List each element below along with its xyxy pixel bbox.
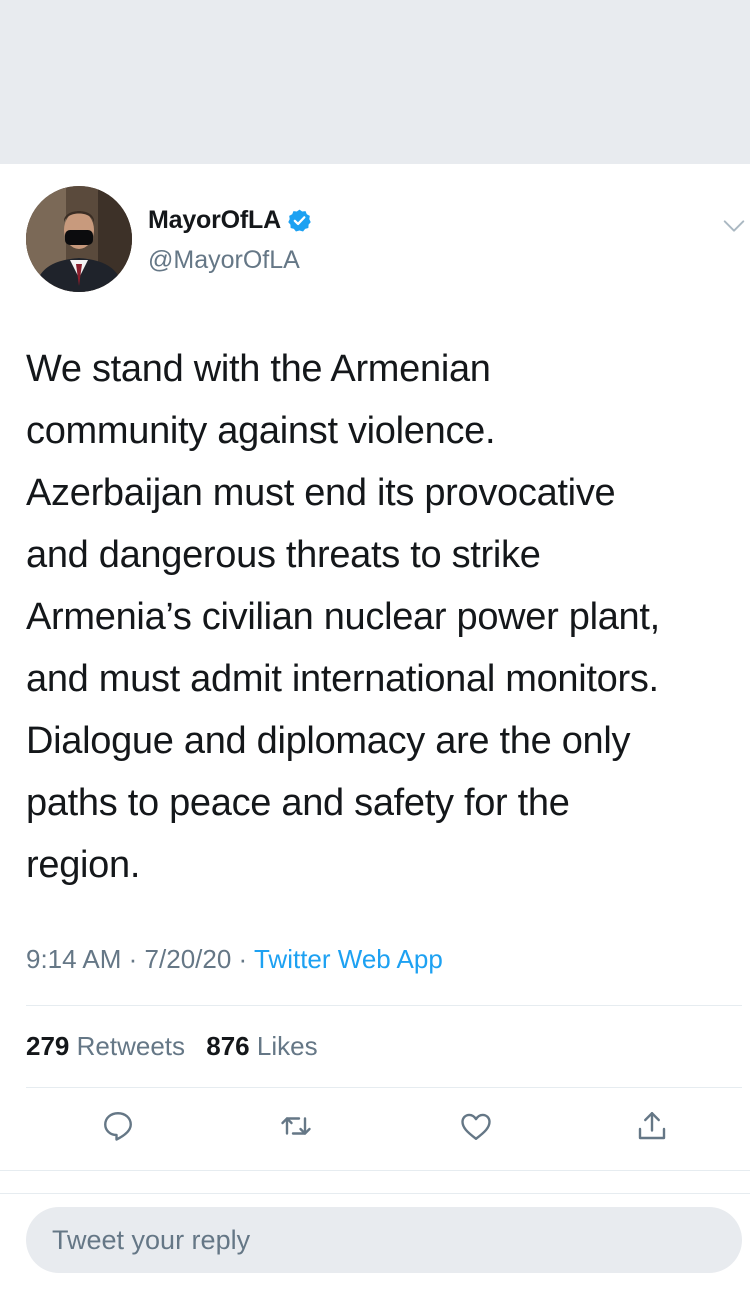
tweet-date[interactable]: 7/20/20: [145, 944, 232, 974]
like-icon: [458, 1108, 494, 1149]
tweet-text-line: Dialogue and diplomacy are the only: [26, 720, 631, 762]
author-handle[interactable]: @MayorOfLA: [148, 246, 300, 275]
likes-count: 876: [206, 1031, 250, 1061]
top-header-band: [0, 0, 750, 164]
tweet-text-line: and dangerous threats to strike: [26, 534, 541, 576]
retweets-stat[interactable]: 279 Retweets: [26, 1031, 185, 1061]
tweet-text-line: region.: [26, 844, 141, 886]
likes-stat[interactable]: 876 Likes: [206, 1031, 317, 1061]
tweet-time[interactable]: 9:14 AM: [26, 944, 121, 974]
retweets-label: Retweets: [76, 1031, 186, 1061]
tweet-text-line: Armenia’s civilian nuclear power plant,: [26, 596, 660, 638]
tweet-text-line: We stand with the Armenian: [26, 348, 491, 390]
tweet-stats: 279 Retweets 876 Likes: [26, 1031, 332, 1062]
author-name-row[interactable]: MayorOfLA: [148, 206, 312, 235]
reply-placeholder: Tweet your reply: [52, 1225, 251, 1255]
author-display-name[interactable]: MayorOfLA: [148, 206, 281, 235]
reply-button[interactable]: [98, 1108, 138, 1148]
verified-badge-icon: [287, 208, 312, 233]
tweet-detail-page: MayorOfLA @MayorOfLA We stand with the A…: [0, 0, 750, 1294]
reply-icon: [100, 1108, 136, 1149]
reply-input[interactable]: Tweet your reply: [26, 1207, 742, 1273]
tweet-text-line: and must admit international monitors.: [26, 658, 659, 700]
share-icon: [634, 1108, 670, 1149]
retweets-count: 279: [26, 1031, 70, 1061]
tweet-text-line: Azerbaijan must end its provocative: [26, 472, 616, 514]
tweet-header: MayorOfLA @MayorOfLA: [0, 164, 750, 314]
meta-separator: ·: [238, 944, 248, 974]
chevron-down-icon[interactable]: [720, 212, 748, 240]
tweet-actions: [0, 1108, 750, 1158]
divider: [26, 1005, 742, 1006]
tweet-text-line: paths to peace and safety for the: [26, 782, 570, 824]
tweet-source-link[interactable]: Twitter Web App: [254, 944, 443, 974]
tweet-meta: 9:14 AM · 7/20/20 · Twitter Web App: [26, 944, 443, 975]
tweet-text-line: community against violence.: [26, 410, 496, 452]
retweet-icon: [278, 1108, 314, 1149]
likes-label: Likes: [256, 1031, 318, 1061]
meta-separator: ·: [128, 944, 138, 974]
divider: [26, 1087, 742, 1088]
tweet-text: We stand with the Armenian community aga…: [26, 338, 742, 896]
like-button[interactable]: [456, 1108, 496, 1148]
section-gap: [0, 1170, 750, 1194]
retweet-button[interactable]: [276, 1108, 316, 1148]
share-button[interactable]: [632, 1108, 672, 1148]
avatar[interactable]: [26, 186, 132, 292]
